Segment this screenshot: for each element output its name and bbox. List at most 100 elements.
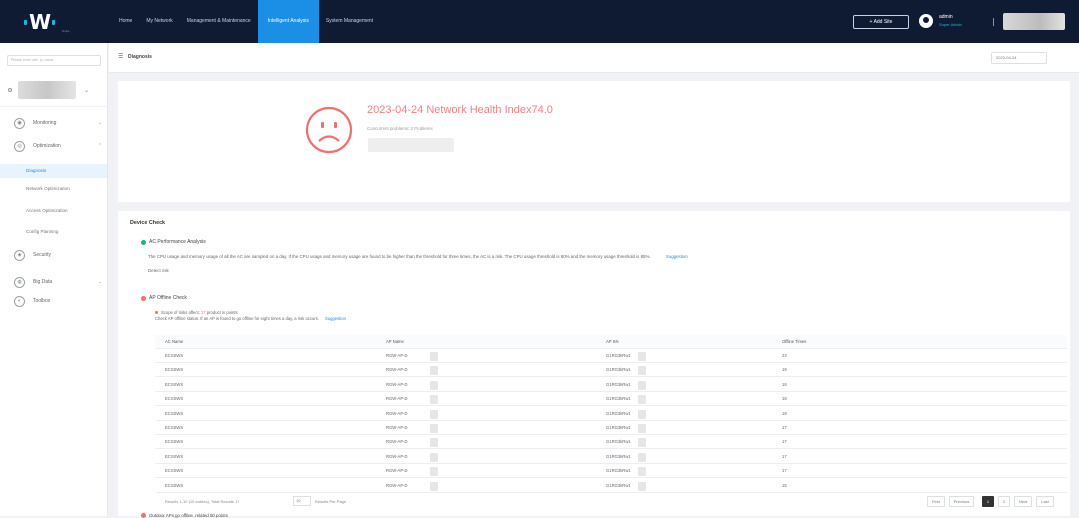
sidebar-item-diagnosis[interactable]: Diagnosis	[26, 168, 46, 173]
pagination: Results 1-10 (10 entries), Total Results…	[155, 495, 1067, 509]
sidebar-item-label: Toolbox	[33, 298, 51, 304]
site-selector[interactable]: ⌄	[8, 81, 100, 99]
redacted-value	[430, 409, 438, 419]
status-ok-icon	[141, 239, 146, 245]
table-cell: ECSSWS	[165, 367, 184, 373]
site-search-input[interactable]: Please enter site, ip, name	[7, 55, 101, 66]
chevron-down-icon: ⌄	[84, 87, 90, 94]
redacted-value	[638, 452, 646, 462]
next-page-button[interactable]: Next	[1014, 496, 1032, 507]
redacted-site-name	[18, 81, 76, 99]
table-cell: 18	[782, 410, 787, 416]
table-cell: RGW-AP-D	[386, 482, 408, 488]
user-avatar[interactable]	[919, 14, 933, 28]
redacted-value	[430, 467, 438, 477]
table-cell: ECSSWS	[165, 425, 184, 430]
redacted-value	[430, 352, 438, 361]
table-row: ECSSWS RGW-AP-D G1RG3kRw1 23	[155, 349, 1067, 363]
table-cell: G1RG3kRw1	[606, 425, 631, 430]
table-cell: RGW-AP-D	[386, 425, 408, 430]
monitor-icon: ◉	[14, 117, 25, 129]
nav-intelligent-analysis[interactable]: Intelligent Analysis	[257, 0, 319, 43]
health-index-title: 2023-04-24 Network Health Index74.0	[367, 104, 553, 116]
table-cell: RGW-AP-D	[386, 367, 408, 373]
user-info[interactable]: admin Super Admin	[939, 14, 962, 28]
nav-home[interactable]: Home	[112, 0, 139, 43]
check-label: AC Performance Analysis	[149, 239, 206, 245]
table-cell: ECSSWS	[165, 453, 184, 459]
table-row: ECSSWS RGW-AP-D G1RG3kRw1 17	[155, 435, 1067, 450]
top-navigation-bar: W Ruijie Home My Network Management & Ma…	[0, 0, 1079, 43]
ac-performance-check[interactable]: AC Performance Analysis	[141, 239, 206, 245]
sidebar-item-big-data[interactable]: ◍ Big Data ⌄	[14, 275, 104, 289]
ap-offline-check[interactable]: AP Offline Check	[141, 295, 187, 301]
suggestion-link[interactable]: Suggestion	[666, 254, 688, 259]
date-picker[interactable]: 2023-04-24	[991, 52, 1047, 64]
chevron-down-icon: ⌄	[97, 120, 102, 126]
pagination-info: Results 1-10 (10 entries), Total Results…	[165, 499, 240, 504]
redacted-value	[430, 395, 438, 405]
view-details-button[interactable]	[368, 138, 454, 152]
table-cell: ECSSWS	[165, 482, 184, 488]
redacted-value	[638, 366, 646, 376]
chevron-down-icon: ⌄	[97, 279, 102, 285]
page-size-select[interactable]: 10	[293, 496, 311, 506]
sidebar-item-access-optimization[interactable]: Access Optimization	[26, 208, 68, 213]
add-site-button[interactable]: + Add Site	[853, 15, 909, 29]
last-page-button[interactable]: Last	[1036, 496, 1054, 507]
redacted-value	[430, 452, 438, 462]
page-title: Diagnosis	[128, 54, 152, 60]
previous-page-button[interactable]: Previous	[949, 496, 974, 507]
table-cell: 17	[782, 439, 787, 445]
table-row: ECSSWS RGW-AP-D G1RG3kRw1 18	[155, 407, 1067, 421]
suggestion-link[interactable]: Suggestion	[325, 316, 346, 321]
page-2-button[interactable]: 2	[998, 496, 1010, 507]
page-1-button[interactable]: 1	[982, 496, 994, 507]
table-cell: 17	[782, 453, 787, 459]
sidebar-item-security[interactable]: ◈ Security	[14, 248, 104, 262]
sidebar-item-toolbox[interactable]: ◐ Toolbox	[14, 294, 104, 308]
table-cell: G1RG3kRw1	[606, 381, 631, 387]
page-size-label: Results Per Page	[315, 499, 347, 504]
nav-system-management[interactable]: System Management	[319, 0, 380, 43]
redacted-value	[638, 409, 646, 419]
redacted-value	[638, 395, 646, 405]
table-cell: 18	[782, 396, 787, 402]
table-cell: ECSSWS	[165, 353, 184, 358]
user-role: Super Admin	[939, 22, 962, 27]
table-row: ECSSWS RGW-AP-D G1RG3kRw1 18	[155, 378, 1067, 392]
nav-management-maintenance[interactable]: Management & Maintenance	[180, 0, 258, 43]
impact-prefix: Scope of risks affect:	[161, 310, 200, 315]
sidebar-item-network-optimization[interactable]: Network Optimization	[26, 186, 70, 191]
table-cell: G1RG3kRw1	[606, 439, 631, 445]
menu-collapse-icon[interactable]: ☰	[118, 53, 123, 60]
ruijie-logo[interactable]: W Ruijie	[22, 9, 82, 35]
table-cell: G1RG3kRw1	[606, 453, 631, 459]
sidebar-item-label: Monitoring	[33, 120, 57, 126]
impact-detail: Check AP offline status. If an AP is fou…	[155, 316, 319, 321]
table-cell: G1RG3kRw1	[606, 410, 631, 416]
device-check-title: Device Check	[130, 220, 166, 226]
first-page-button[interactable]: First	[927, 496, 945, 507]
sidebar-item-config-planning[interactable]: Config Planning	[26, 229, 58, 234]
sidebar-item-monitoring[interactable]: ◉ Monitoring ⌄	[14, 116, 104, 130]
table-row: ECSSWS RGW-AP-D G1RG3kRw1 18	[155, 392, 1067, 407]
table-cell: RGW-AP-D	[386, 468, 408, 474]
sidebar-item-optimization[interactable]: ◎ Optimization ⌃	[14, 139, 104, 153]
ac-check-description: The CPU usage and memory usage of all th…	[148, 254, 1068, 259]
health-index-card: 2023-04-24 Network Health Index74.0 Conc…	[118, 81, 1070, 202]
table-cell: G1RG3kRw1	[606, 367, 631, 373]
table-cell: 15	[782, 482, 787, 488]
table-cell: RGW-AP-D	[386, 410, 408, 416]
table-cell: ECSSWS	[165, 410, 184, 416]
table-cell: RGW-AP-D	[386, 453, 408, 459]
table-cell: ECSSWS	[165, 468, 184, 474]
redacted-value	[638, 438, 646, 448]
redacted-value	[430, 366, 438, 376]
table-cell: 17	[782, 425, 787, 430]
redacted-region	[1003, 13, 1065, 30]
nav-my-network[interactable]: My Network	[139, 0, 179, 43]
redacted-value	[638, 380, 646, 390]
table-cell: RGW-AP-D	[386, 381, 408, 387]
redacted-value	[638, 424, 646, 433]
